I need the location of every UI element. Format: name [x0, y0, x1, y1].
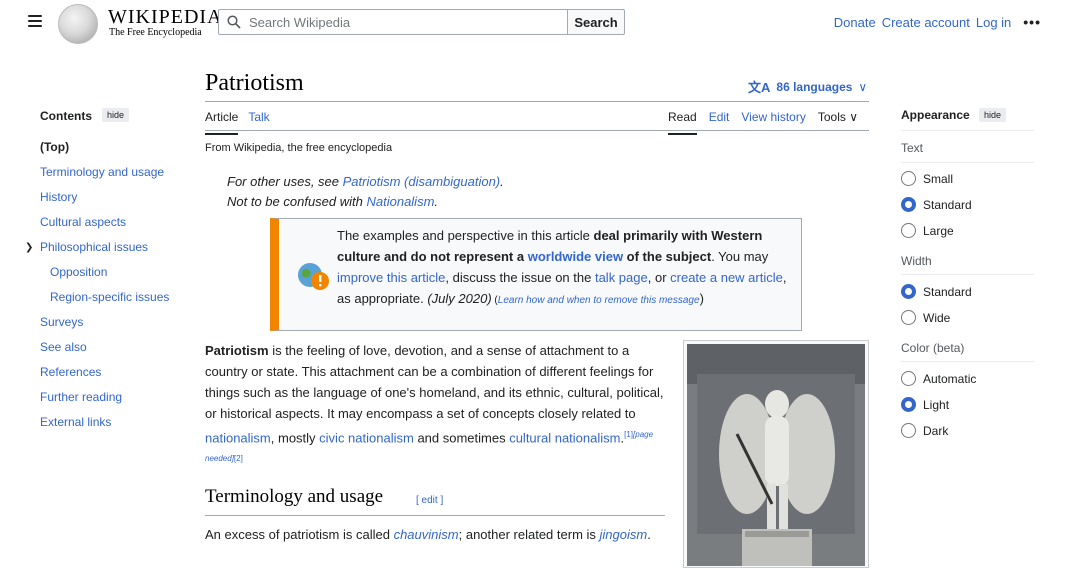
search-icon	[227, 15, 241, 29]
tab-read[interactable]: Read	[668, 110, 697, 135]
tools-menu[interactable]: Tools ∨	[818, 110, 858, 135]
radio-button[interactable]	[901, 223, 916, 238]
search-button[interactable]: Search	[567, 9, 625, 35]
section-paragraph: An excess of patriotism is called chauvi…	[205, 527, 651, 542]
radio-button-selected[interactable]	[901, 284, 916, 299]
color-label: Color (beta)	[901, 341, 965, 355]
radio-text-small[interactable]: Small	[901, 171, 953, 186]
chevron-down-icon: ∨	[858, 79, 868, 94]
jingoism-link[interactable]: jingoism	[600, 527, 648, 542]
radio-text-standard[interactable]: Standard	[901, 197, 972, 212]
radio-text-large[interactable]: Large	[901, 223, 954, 238]
languages-label: 86 languages	[776, 79, 853, 94]
cultural-nationalism-link[interactable]: cultural nationalism	[509, 430, 620, 445]
toc-item-top[interactable]: (Top)	[40, 140, 169, 165]
toc-item-history[interactable]: History	[40, 190, 169, 215]
wikipedia-globe-logo[interactable]	[58, 4, 98, 44]
namespace-tabs: Article Talk	[205, 110, 270, 135]
toc-item-references[interactable]: References	[40, 365, 169, 390]
radio-color-dark[interactable]: Dark	[901, 423, 948, 438]
donate-link[interactable]: Donate	[834, 15, 876, 30]
civic-nationalism-link[interactable]: civic nationalism	[319, 430, 414, 445]
search-box[interactable]	[218, 9, 568, 35]
tab-article[interactable]: Article	[205, 110, 239, 135]
radio-color-automatic[interactable]: Automatic	[901, 371, 976, 386]
talk-page-link[interactable]: talk page	[595, 270, 648, 285]
title-divider	[205, 101, 869, 102]
appearance-hide-button[interactable]: hide	[979, 108, 1007, 122]
text-size-label: Text	[901, 141, 924, 155]
reference-1[interactable]: [1]	[624, 430, 633, 439]
tab-edit[interactable]: Edit	[709, 110, 730, 135]
chauvinism-link[interactable]: chauvinism	[394, 527, 459, 542]
toc-item-surveys[interactable]: Surveys	[40, 315, 169, 340]
toc-item-terminology[interactable]: Terminology and usage	[40, 165, 169, 190]
page-title: Patriotism	[205, 70, 304, 96]
reference-2[interactable]: [2]	[234, 454, 243, 463]
chevron-down-icon: ∨	[849, 110, 859, 124]
toc-hide-button[interactable]: hide	[102, 108, 130, 122]
main-menu-button[interactable]	[24, 12, 46, 32]
create-article-link[interactable]: create a new article	[670, 270, 783, 285]
tools-label: Tools	[817, 110, 846, 124]
nationalism-link[interactable]: Nationalism	[366, 194, 434, 209]
radio-width-standard[interactable]: Standard	[901, 284, 972, 299]
notice-text: The examples and perspective in this art…	[337, 228, 787, 306]
improve-article-link[interactable]: improve this article	[337, 270, 445, 285]
chevron-down-icon[interactable]: ❯	[25, 240, 33, 255]
appearance-title: Appearance	[901, 108, 970, 122]
section-edit-link[interactable]: [ edit ]	[416, 495, 443, 506]
languages-button[interactable]: 文A 86 languages ∨	[748, 77, 867, 96]
translate-icon: 文A	[748, 80, 771, 95]
tab-talk[interactable]: Talk	[248, 110, 269, 135]
infobox-image[interactable]	[683, 340, 869, 568]
toc-item-opposition[interactable]: Opposition	[40, 265, 169, 290]
statue-photo	[687, 344, 865, 566]
toc-item-label: Philosophical issues	[40, 240, 149, 254]
toc-item-external-links[interactable]: External links	[40, 415, 169, 440]
tab-view-history[interactable]: View history	[741, 110, 805, 135]
radio-button-selected[interactable]	[901, 397, 916, 412]
radio-button[interactable]	[901, 171, 916, 186]
toc-title: Contents	[40, 109, 92, 123]
toc-item-further-reading[interactable]: Further reading	[40, 390, 169, 415]
radio-button[interactable]	[901, 423, 916, 438]
more-options-icon[interactable]: •••	[1023, 14, 1041, 30]
table-of-contents: (Top) Terminology and usage History Cult…	[25, 140, 169, 440]
user-links: Donate Create account Log in •••	[834, 14, 1041, 30]
radio-color-light[interactable]: Light	[901, 397, 949, 412]
radio-button-selected[interactable]	[901, 197, 916, 212]
worldwide-view-link[interactable]: worldwide view	[528, 249, 623, 264]
radio-button[interactable]	[901, 310, 916, 325]
logo-wordmark[interactable]: WIKIPEDIA	[108, 6, 223, 29]
radio-width-wide[interactable]: Wide	[901, 310, 950, 325]
section-divider	[205, 515, 665, 516]
search-input[interactable]	[249, 14, 549, 30]
toc-item-see-also[interactable]: See also	[40, 340, 169, 365]
globe-warning-icon	[298, 263, 329, 290]
log-in-link[interactable]: Log in	[976, 15, 1011, 30]
toc-item-philosophical-issues[interactable]: ❯ Philosophical issues	[25, 240, 169, 265]
hatnote: For other uses, see Patriotism (disambig…	[227, 174, 504, 209]
radio-button[interactable]	[901, 371, 916, 386]
site-sub: From Wikipedia, the free encyclopedia	[205, 142, 393, 154]
remove-message-link[interactable]: Learn how and when to remove this messag…	[498, 295, 700, 306]
maintenance-notice: The examples and perspective in this art…	[270, 218, 802, 331]
toc-item-region-specific[interactable]: Region-specific issues	[40, 290, 169, 315]
lead-paragraph: Patriotism is the feeling of love, devot…	[205, 343, 664, 464]
menu-icon	[28, 15, 42, 17]
toc-item-cultural-aspects[interactable]: Cultural aspects	[40, 215, 169, 240]
disambiguation-link[interactable]: Patriotism (disambiguation)	[343, 174, 501, 189]
nationalism-inline-link[interactable]: nationalism	[205, 430, 271, 445]
section-heading: Terminology and usage	[205, 486, 384, 507]
width-label: Width	[901, 254, 932, 268]
view-tabs: Read Edit View history Tools ∨	[668, 110, 858, 135]
tabs-divider	[205, 130, 869, 131]
logo-tagline: The Free Encyclopedia	[109, 27, 202, 38]
create-account-link[interactable]: Create account	[882, 15, 970, 30]
